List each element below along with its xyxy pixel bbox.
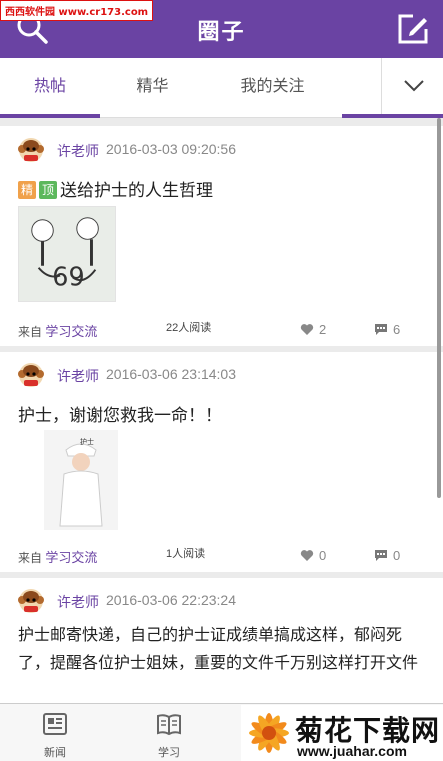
post-source: 来自 学习交流 [18, 324, 98, 339]
tab-following[interactable]: 我的关注 [205, 58, 340, 116]
tab-hot[interactable]: 热帖 [0, 58, 100, 116]
post-source: 来自 学习交流 [18, 550, 98, 565]
scrollbar[interactable] [437, 118, 441, 498]
active-tab-indicator [0, 114, 100, 118]
heart-icon [300, 550, 314, 561]
post-title[interactable]: 精顶送给护士的人生哲理 [18, 176, 213, 201]
comment-count: 6 [393, 322, 401, 337]
comment-count: 0 [393, 548, 401, 563]
compose-icon[interactable] [395, 11, 431, 47]
monkey-avatar-icon[interactable] [18, 362, 44, 388]
comment-icon [375, 324, 387, 335]
post-read-count: 22人阅读 [166, 322, 212, 334]
chrysanthemum-logo-icon [249, 713, 289, 753]
book-icon [157, 714, 181, 736]
tab-featured[interactable]: 精华 [100, 58, 205, 116]
brand-url: www.juahar.com [297, 743, 407, 759]
nav-study-label: 学习 [158, 747, 180, 759]
monkey-avatar-icon[interactable] [18, 588, 44, 614]
post-card[interactable]: 许老师 2016-03-06 23:14:03 护士，谢谢您救我一命！！ 护士 … [0, 352, 443, 572]
post-card[interactable]: 许老师 2016-03-06 22:23:24 护士邮寄快递，自己的护士证成绩单… [0, 578, 443, 704]
post-image[interactable]: 护士 [44, 430, 118, 530]
heart-icon [300, 324, 314, 335]
like-stat[interactable]: 0 [300, 548, 326, 563]
svg-text:护士: 护士 [80, 437, 94, 446]
post-title-text: 送给护士的人生哲理 [60, 181, 213, 200]
like-stat[interactable]: 2 [300, 322, 326, 337]
post-source-link[interactable]: 学习交流 [45, 324, 97, 339]
featured-badge: 精 [18, 181, 36, 199]
tab-bar-accent [342, 114, 443, 118]
post-read-count: 1人阅读 [166, 548, 206, 560]
nav-study[interactable]: 学习 [134, 704, 204, 761]
post-author[interactable]: 许老师 [57, 141, 99, 161]
post-body[interactable]: 护士邮寄快递，自己的护士证成绩单搞成这样，郁闷死了，提醒各位护士姐妹，重要的文件… [18, 622, 428, 678]
post-source-link[interactable]: 学习交流 [45, 550, 97, 565]
like-count: 2 [319, 322, 327, 337]
post-time: 2016-03-06 22:23:24 [106, 592, 236, 608]
post-title[interactable]: 护士，谢谢您救我一命！！ [18, 401, 222, 426]
news-icon [43, 713, 67, 735]
post-time: 2016-03-06 23:14:03 [106, 366, 236, 382]
chevron-down-icon[interactable] [398, 70, 430, 102]
comment-icon [375, 550, 387, 561]
post-card[interactable]: 许老师 2016-03-03 09:20:56 精顶送给护士的人生哲理 69 来… [0, 126, 443, 346]
svg-text:69: 69 [52, 262, 84, 292]
post-time: 2016-03-03 09:20:56 [106, 141, 236, 157]
post-author[interactable]: 许老师 [57, 592, 99, 612]
post-author[interactable]: 许老师 [57, 366, 99, 386]
tab-divider [381, 58, 382, 114]
pinned-badge: 顶 [39, 181, 57, 199]
comment-stat[interactable]: 0 [374, 548, 400, 563]
post-image[interactable]: 69 [18, 206, 116, 302]
watermark-label: 西西软件园 www.cr173.com [0, 0, 154, 21]
like-count: 0 [319, 548, 327, 563]
monkey-avatar-icon[interactable] [18, 137, 44, 163]
brand-watermark: 菊花下载网 www.juahar.com [241, 705, 443, 761]
tab-bar: 热帖 精华 我的关注 [0, 58, 443, 118]
nav-news-label: 新闻 [44, 747, 66, 759]
nav-news[interactable]: 新闻 [20, 704, 90, 761]
comment-stat[interactable]: 6 [374, 322, 400, 337]
